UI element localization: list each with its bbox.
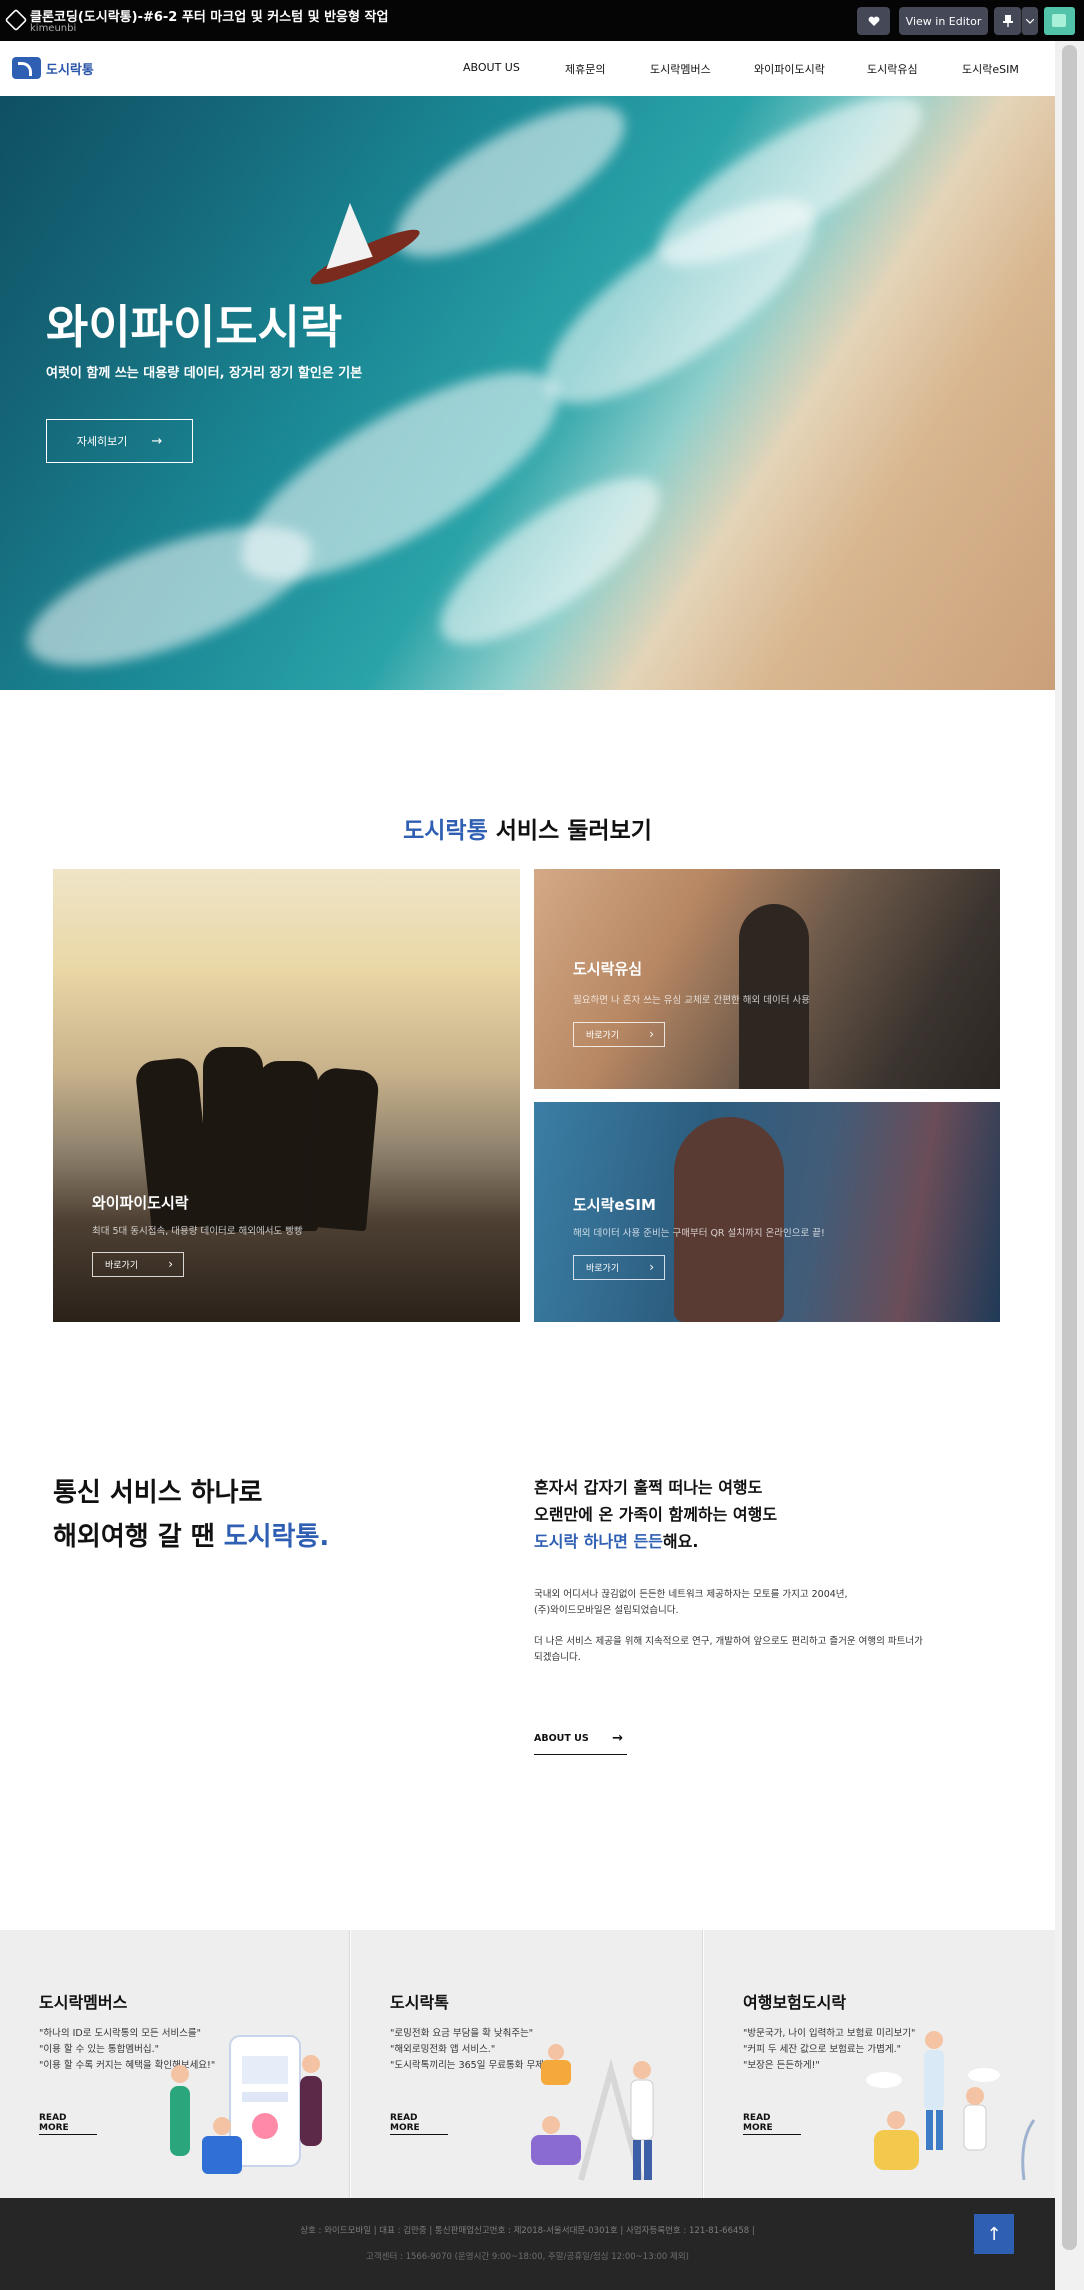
footer-customer-center: 고객센터 : 1566-9070 (운영시간 9:00~18:00, 주말/공휴…	[366, 2252, 689, 2262]
about-headline-accent: 도시락통.	[223, 1522, 330, 1552]
promo-title: 도시락톡	[390, 1993, 449, 2012]
brand-logo[interactable]: 도시락통	[12, 57, 94, 79]
about-paragraph-2-line2: 되겠습니다.	[534, 1652, 581, 1663]
promo-read-more-link[interactable]: READ MORE	[743, 2113, 801, 2135]
service-card-title: 도시락eSIM	[573, 1196, 656, 1214]
about-subheadline-line1: 혼자서 갑자기 훌쩍 떠나는 여행도	[534, 1478, 763, 1497]
pin-menu-button[interactable]	[1021, 7, 1038, 35]
insurance-illustration	[866, 2031, 1036, 2181]
nav-usim[interactable]: 도시락유심	[867, 61, 918, 77]
nav-partnership[interactable]: 제휴문의	[565, 61, 605, 77]
about-subheadline: 혼자서 갑자기 훌쩍 떠나는 여행도 오랜만에 온 가족이 함께하는 여행도 도…	[534, 1474, 777, 1555]
smiling-woman-figure	[674, 1117, 784, 1322]
heart-icon	[868, 16, 879, 26]
service-card-go-button[interactable]: 바로가기 ›	[573, 1255, 665, 1280]
services-heading-accent: 도시락통	[403, 818, 488, 844]
arrow-up-icon: ↑	[986, 2223, 1002, 2245]
user-avatar[interactable]	[1044, 7, 1075, 35]
service-card-title: 도시락유심	[573, 960, 643, 978]
pin-icon	[1002, 15, 1013, 27]
about-paragraph-2: 더 나은 서비스 제공을 위해 지속적으로 연구, 개발하여 앞으로도 편리하고…	[534, 1634, 923, 1666]
about-subheadline-line2: 오랜만에 온 가족이 함께하는 여행도	[534, 1505, 778, 1524]
traveler-silhouette	[203, 1047, 263, 1232]
chevron-right-icon: ›	[649, 1027, 654, 1041]
promo-talk: 도시락톡 "로밍전화 요금 부담을 확 낮춰주는" "해외로밍전화 앱 서비스.…	[351, 1930, 703, 2198]
chevron-right-icon: ›	[649, 1260, 654, 1274]
brand-name: 도시락통	[46, 62, 94, 78]
site-footer: 상호 : 와이드모바일 | 대표 : 김만중 | 통신판매업신고번호 : 제20…	[0, 2198, 1055, 2290]
about-headline-line1: 통신 서비스 하나로	[53, 1478, 263, 1508]
codepen-topbar: 클론코딩(도시락통)-#6-2 푸터 마크업 및 커스텀 및 반응형 작업 ki…	[0, 0, 1084, 41]
about-paragraph-1-line2: (주)와이드모바일은 설립되었습니다.	[534, 1605, 679, 1616]
service-card-desc: 필요하면 나 혼자 쓰는 유심 교체로 간편한 해외 데이터 사용	[573, 995, 810, 1006]
service-card-usim[interactable]: 도시락유심 필요하면 나 혼자 쓰는 유심 교체로 간편한 해외 데이터 사용 …	[534, 869, 1000, 1089]
about-headline-line2: 해외여행 갈 땐	[53, 1522, 224, 1552]
scrollbar-thumb[interactable]	[1062, 45, 1077, 2250]
chevron-down-icon	[1026, 18, 1034, 24]
service-card-wifi[interactable]: 와이파이도시락 최대 5대 동시접속, 대용량 데이터로 해외에서도 빵빵 바로…	[53, 869, 520, 1322]
about-paragraph-1-line1: 국내외 어디서나 끊김없이 든든한 네트워크 제공하자는 모토를 가지고 200…	[534, 1589, 848, 1600]
promo-read-more-link[interactable]: READ MORE	[390, 2113, 448, 2135]
global-nav: 도시락통 ABOUT US 제휴문의 도시락멤버스 와이파이도시락 도시락유심 …	[0, 41, 1055, 96]
promo-line: "이용 할 수 있는 통합멤버십."	[39, 2044, 159, 2055]
service-card-go-button[interactable]: 바로가기 ›	[573, 1022, 665, 1047]
promo-members: 도시락멤버스 "하나의 ID로 도시락통의 모든 서비스를" "이용 할 수 있…	[0, 1930, 350, 2198]
services-heading-rest: 서비스 둘러보기	[487, 818, 652, 844]
about-us-link-label: ABOUT US	[534, 1733, 589, 1744]
hero-banner: 와이파이도시락 여럿이 함께 쓰는 대용량 데이터, 장거리 장기 할인은 기본…	[0, 96, 1055, 690]
promo-line: "해외로밍전화 앱 서비스."	[390, 2044, 496, 2055]
page-content: 도시락통 ABOUT US 제휴문의 도시락멤버스 와이파이도시락 도시락유심 …	[0, 41, 1055, 2290]
go-button-label: 바로가기	[586, 1031, 620, 1041]
service-card-desc: 해외 데이터 사용 준비는 구매부터 QR 설치까지 온라인으로 끝!	[573, 1228, 825, 1239]
arrow-right-icon: →	[612, 1731, 623, 1746]
scroll-to-top-button[interactable]: ↑	[974, 2214, 1014, 2254]
chevron-right-icon: ›	[168, 1257, 173, 1271]
about-subheadline-tail: 해요.	[662, 1532, 699, 1551]
members-illustration	[170, 2035, 322, 2174]
pen-title: 클론코딩(도시락통)-#6-2 푸터 마크업 및 커스텀 및 반응형 작업	[30, 10, 389, 25]
view-in-editor-button[interactable]: View in Editor	[899, 7, 988, 35]
heart-button[interactable]	[857, 7, 890, 35]
promo-insurance: 여행보험도시락 "방문국가, 나이 입력하고 보험료 미리보기" "커피 두 세…	[704, 1930, 1055, 2198]
service-card-desc: 최대 5대 동시접속, 대용량 데이터로 해외에서도 빵빵	[92, 1226, 303, 1237]
pen-author[interactable]: kimeunbi	[30, 23, 76, 34]
arrow-right-icon: →	[151, 433, 163, 449]
nav-about-us[interactable]: ABOUT US	[463, 61, 520, 74]
hero-detail-button[interactable]: 자세히보기 →	[46, 419, 193, 463]
promo-title: 여행보험도시락	[743, 1993, 847, 2012]
nav-esim[interactable]: 도시락eSIM	[962, 61, 1019, 77]
hero-subtitle: 여럿이 함께 쓰는 대용량 데이터, 장거리 장기 할인은 기본	[46, 366, 363, 381]
hero-title: 와이파이도시락	[46, 300, 343, 354]
footer-company-info: 상호 : 와이드모바일 | 대표 : 김만중 | 통신판매업신고번호 : 제20…	[300, 2226, 755, 2236]
sailboat-sail	[311, 200, 373, 270]
nav-wifi[interactable]: 와이파이도시락	[754, 61, 825, 77]
service-card-go-button[interactable]: 바로가기 ›	[92, 1252, 184, 1277]
service-card-title: 와이파이도시락	[92, 1194, 189, 1212]
nav-members[interactable]: 도시락멤버스	[650, 61, 711, 77]
traveler-silhouette	[304, 1066, 380, 1232]
service-card-esim[interactable]: 도시락eSIM 해외 데이터 사용 준비는 구매부터 QR 설치까지 온라인으로…	[534, 1102, 1000, 1322]
about-us-link[interactable]: ABOUT US →	[534, 1731, 627, 1755]
about-headline: 통신 서비스 하나로 해외여행 갈 땐 도시락통.	[53, 1471, 329, 1559]
talk-illustration	[531, 2044, 654, 2181]
about-paragraph-2-line1: 더 나은 서비스 제공을 위해 지속적으로 연구, 개발하여 앞으로도 편리하고…	[534, 1636, 923, 1647]
brand-logo-icon	[12, 57, 41, 79]
hero-detail-button-label: 자세히보기	[76, 435, 128, 448]
promo-line: "보장은 든든하게!"	[743, 2060, 820, 2071]
services-heading: 도시락통 서비스 둘러보기	[0, 811, 1055, 845]
pin-button[interactable]	[994, 7, 1021, 35]
about-subheadline-accent: 도시락 하나면 든든	[534, 1532, 663, 1551]
about-paragraph-1: 국내외 어디서나 끊김없이 든든한 네트워크 제공하자는 모토를 가지고 200…	[534, 1587, 848, 1619]
go-button-label: 바로가기	[105, 1261, 139, 1271]
wave-foam	[11, 497, 329, 690]
promo-title: 도시락멤버스	[39, 1993, 128, 2012]
wave-foam	[374, 96, 646, 285]
codepen-logo-icon[interactable]	[4, 8, 28, 32]
promo-read-more-link[interactable]: READ MORE	[39, 2113, 97, 2135]
go-button-label: 바로가기	[586, 1264, 620, 1274]
